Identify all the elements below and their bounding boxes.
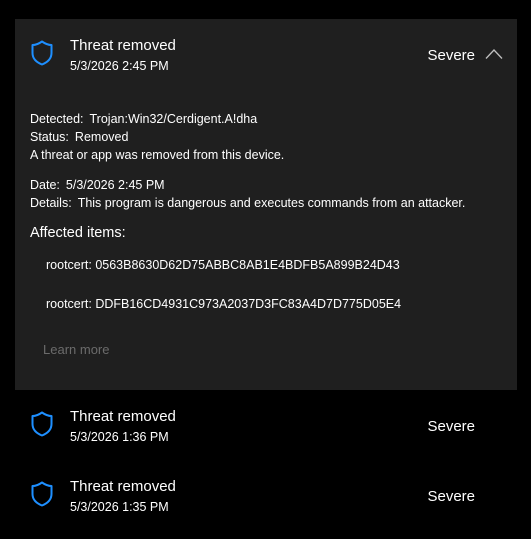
threat-item[interactable]: Threat removed 5/3/2026 1:36 PM Severe: [15, 390, 517, 450]
learn-more-link[interactable]: Learn more: [43, 342, 109, 357]
shield-icon: [31, 40, 53, 66]
details-label: Details:: [30, 196, 72, 210]
date-row: Date: 5/3/2026 2:45 PM: [30, 178, 165, 192]
status-row: Status: Removed: [30, 130, 128, 144]
threat-item[interactable]: Threat removed 5/3/2026 1:35 PM Severe: [15, 460, 517, 520]
threat-date: 5/3/2026 1:35 PM: [70, 500, 169, 514]
detected-value: Trojan:Win32/Cerdigent.A!dha: [89, 112, 258, 126]
affected-item: rootcert: DDFB16CD4931C973A2037D3FC83A4D…: [46, 297, 402, 311]
threat-title: Threat removed: [70, 478, 176, 495]
removal-message: A threat or app was removed from this de…: [30, 148, 285, 162]
date-label: Date:: [30, 178, 60, 192]
severity-label: Severe: [427, 47, 475, 64]
threat-title: Threat removed: [70, 37, 176, 54]
severity-label: Severe: [427, 418, 475, 435]
details-value: This program is dangerous and executes c…: [77, 196, 466, 210]
threat-date: 5/3/2026 2:45 PM: [70, 59, 169, 73]
detected-label: Detected:: [30, 112, 84, 126]
shield-icon: [31, 411, 53, 437]
affected-items-heading: Affected items:: [30, 225, 126, 241]
threat-item-header[interactable]: Threat removed 5/3/2026 2:45 PM Severe: [15, 19, 517, 84]
shield-icon: [31, 481, 53, 507]
chevron-up-icon[interactable]: [485, 48, 503, 60]
threat-item-expanded: Threat removed 5/3/2026 2:45 PM Severe D…: [15, 19, 517, 390]
status-label: Status:: [30, 130, 69, 144]
severity-label: Severe: [427, 488, 475, 505]
affected-item: rootcert: 0563B8630D62D75ABBC8AB1E4BDFB5…: [46, 258, 400, 272]
detected-row: Detected: Trojan:Win32/Cerdigent.A!dha: [30, 112, 257, 126]
details-row: Details: This program is dangerous and ex…: [30, 196, 465, 210]
threat-date: 5/3/2026 1:36 PM: [70, 430, 169, 444]
date-value: 5/3/2026 2:45 PM: [65, 178, 165, 192]
threat-title: Threat removed: [70, 408, 176, 425]
status-value: Removed: [74, 130, 129, 144]
